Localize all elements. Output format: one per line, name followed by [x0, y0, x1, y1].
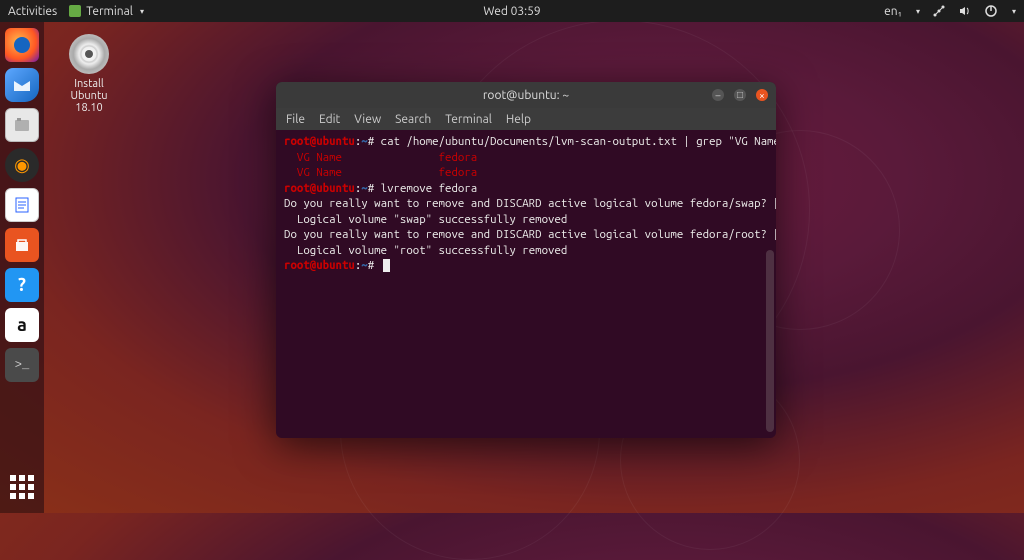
chevron-down-icon: ▾ — [916, 7, 920, 16]
dock-rhythmbox[interactable]: ◉ — [5, 148, 39, 182]
window-close-button[interactable]: × — [756, 89, 768, 101]
power-icon[interactable] — [984, 4, 998, 18]
terminal-cursor — [383, 259, 390, 272]
window-titlebar[interactable]: root@ubuntu: ~ – □ × — [276, 82, 776, 108]
desktop-icon-install-ubuntu[interactable]: InstallUbuntu18.10 — [54, 34, 124, 114]
activities-button[interactable]: Activities — [8, 5, 57, 18]
dock-help[interactable]: ? — [5, 268, 39, 302]
menu-help[interactable]: Help — [506, 113, 531, 126]
terminal-output: Do you really want to remove and DISCARD… — [284, 227, 768, 243]
dock-terminal[interactable]: >_ — [5, 348, 39, 382]
dock-libreoffice-writer[interactable] — [5, 188, 39, 222]
dock-amazon[interactable]: a — [5, 308, 39, 342]
window-maximize-button[interactable]: □ — [734, 89, 746, 101]
chevron-down-icon: ▾ — [140, 7, 144, 16]
menu-edit[interactable]: Edit — [319, 113, 340, 126]
dock: ◉ ? a >_ — [0, 22, 44, 513]
cd-icon — [69, 34, 109, 74]
terminal-window: root@ubuntu: ~ – □ × File Edit View Sear… — [276, 82, 776, 438]
terminal-output: VG Name fedora — [284, 150, 768, 166]
terminal-output: VG Name fedora — [284, 165, 768, 181]
window-title: root@ubuntu: ~ — [483, 89, 569, 102]
clock[interactable]: Wed 03:59 — [483, 5, 540, 18]
menu-terminal[interactable]: Terminal — [445, 113, 492, 126]
terminal-scrollbar[interactable] — [766, 250, 774, 432]
terminal-output: Logical volume "swap" successfully remov… — [284, 212, 768, 228]
chevron-down-icon: ▾ — [1012, 7, 1016, 16]
terminal-output: Do you really want to remove and DISCARD… — [284, 196, 768, 212]
terminal-menubar: File Edit View Search Terminal Help — [276, 108, 776, 130]
dock-files[interactable] — [5, 108, 39, 142]
dock-ubuntu-software[interactable] — [5, 228, 39, 262]
volume-icon[interactable] — [958, 4, 972, 18]
window-minimize-button[interactable]: – — [712, 89, 724, 101]
dock-thunderbird[interactable] — [5, 68, 39, 102]
menu-search[interactable]: Search — [395, 113, 431, 126]
network-icon[interactable] — [932, 4, 946, 18]
show-applications-button[interactable] — [10, 475, 34, 499]
desktop-icon-label: InstallUbuntu18.10 — [54, 78, 124, 114]
dock-firefox[interactable] — [5, 28, 39, 62]
terminal-icon — [69, 5, 81, 17]
menu-file[interactable]: File — [286, 113, 305, 126]
app-menu-label: Terminal — [86, 5, 133, 18]
input-source-indicator[interactable]: en₁ — [884, 5, 902, 18]
menu-view[interactable]: View — [354, 113, 381, 126]
top-panel: Activities Terminal ▾ Wed 03:59 en₁ ▾ ▾ — [0, 0, 1024, 22]
terminal-output: Logical volume "root" successfully remov… — [284, 243, 768, 259]
app-menu[interactable]: Terminal ▾ — [69, 5, 144, 18]
terminal-body[interactable]: root@ubuntu:~# cat /home/ubuntu/Document… — [276, 130, 776, 438]
